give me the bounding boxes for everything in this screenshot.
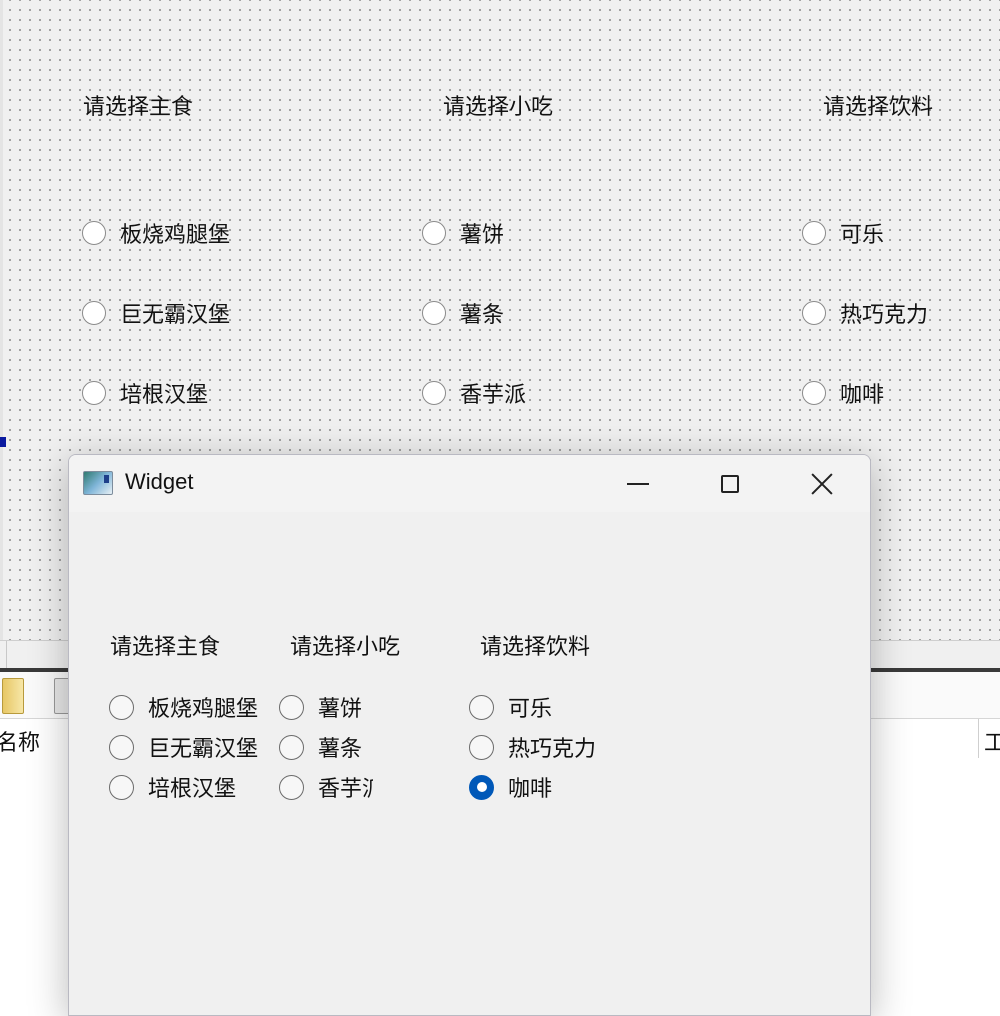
- radio-circle[interactable]: [422, 221, 446, 245]
- designer-radio-drink-1[interactable]: 可乐: [802, 218, 884, 248]
- app-icon: [83, 471, 113, 495]
- canvas-left-edge: [0, 0, 3, 640]
- maximize-button[interactable]: [684, 455, 776, 512]
- radio-drink-1[interactable]: 可乐: [469, 693, 639, 721]
- radio-snack-2[interactable]: 薯条: [279, 733, 373, 761]
- minimize-icon: [627, 482, 649, 485]
- radio-circle[interactable]: [109, 734, 134, 760]
- radio-label: 咖啡: [840, 383, 885, 408]
- radio-staple-3[interactable]: 培根汉堡: [109, 773, 271, 801]
- radio-drink-2[interactable]: 热巧克力: [469, 733, 639, 761]
- radio-label: 香芋派: [318, 777, 373, 801]
- column-separator[interactable]: [978, 719, 979, 759]
- radio-label: 薯条: [460, 303, 505, 328]
- radio-label: 可乐: [840, 223, 885, 248]
- radio-circle[interactable]: [82, 221, 106, 245]
- designer-radio-drink-2[interactable]: 热巧克力: [802, 298, 928, 328]
- radio-circle[interactable]: [469, 694, 494, 720]
- radio-drink-3[interactable]: 咖啡: [469, 773, 639, 801]
- designer-heading-drink: 请选择饮料: [823, 95, 934, 120]
- window-title: Widget: [125, 469, 194, 494]
- radio-label: 香芋派: [460, 383, 527, 408]
- radio-label: 热巧克力: [840, 303, 929, 328]
- heading-drink: 请选择饮料: [480, 635, 591, 660]
- radio-snack-1[interactable]: 薯饼: [279, 693, 373, 721]
- radio-circle[interactable]: [109, 774, 134, 800]
- title-bar[interactable]: Widget: [69, 455, 870, 512]
- radio-label: 可乐: [508, 697, 553, 721]
- widget-window: Widget 请选择主食 请选择小吃 请选择饮料 板烧鸡腿堡 巨无霸汉堡 培根汉…: [68, 454, 871, 1016]
- radio-label: 板烧鸡腿堡: [148, 697, 259, 721]
- radio-snack-3[interactable]: 香芋派: [279, 773, 373, 801]
- column-header-next[interactable]: 工: [984, 725, 1000, 757]
- maximize-icon: [721, 474, 739, 493]
- radio-circle[interactable]: [422, 381, 446, 405]
- radio-label: 薯饼: [460, 223, 505, 248]
- radio-label: 薯条: [318, 737, 363, 761]
- radio-label: 薯饼: [318, 697, 363, 721]
- radio-circle[interactable]: [469, 734, 494, 760]
- radio-label: 咖啡: [508, 777, 553, 801]
- designer-heading-snack: 请选择小吃: [443, 95, 554, 120]
- radio-staple-2[interactable]: 巨无霸汉堡: [109, 733, 271, 761]
- radio-circle[interactable]: [279, 774, 304, 800]
- selection-handle[interactable]: [0, 437, 6, 447]
- column-header-name[interactable]: 名称: [0, 725, 40, 757]
- radio-circle[interactable]: [802, 381, 826, 405]
- radio-circle[interactable]: [82, 301, 106, 325]
- radio-label: 巨无霸汉堡: [148, 737, 259, 761]
- radio-circle[interactable]: [82, 381, 106, 405]
- radio-circle[interactable]: [279, 734, 304, 760]
- designer-radio-staple-3[interactable]: 培根汉堡: [82, 378, 208, 408]
- radio-staple-1[interactable]: 板烧鸡腿堡: [109, 693, 271, 721]
- radio-label: 板烧鸡腿堡: [120, 223, 231, 248]
- radio-circle-selected[interactable]: [469, 774, 494, 800]
- radio-label: 培根汉堡: [120, 383, 209, 408]
- radio-label: 热巧克力: [508, 737, 597, 761]
- designer-radio-snack-3[interactable]: 香芋派: [422, 378, 526, 408]
- designer-radio-drink-3[interactable]: 咖啡: [802, 378, 884, 408]
- heading-snack: 请选择小吃: [290, 635, 401, 660]
- radio-circle[interactable]: [109, 694, 134, 720]
- heading-staple: 请选择主食: [110, 635, 221, 660]
- designer-radio-snack-1[interactable]: 薯饼: [422, 218, 504, 248]
- designer-heading-staple: 请选择主食: [83, 95, 194, 120]
- radio-circle[interactable]: [802, 301, 826, 325]
- radio-circle[interactable]: [279, 694, 304, 720]
- designer-radio-staple-1[interactable]: 板烧鸡腿堡: [82, 218, 230, 248]
- minimize-button[interactable]: [592, 455, 684, 512]
- close-icon: [811, 473, 833, 495]
- radio-label: 培根汉堡: [148, 777, 237, 801]
- radio-label: 巨无霸汉堡: [120, 303, 231, 328]
- radio-circle[interactable]: [802, 221, 826, 245]
- designer-radio-snack-2[interactable]: 薯条: [422, 298, 504, 328]
- close-button[interactable]: [776, 455, 868, 512]
- designer-radio-staple-2[interactable]: 巨无霸汉堡: [82, 298, 230, 328]
- radio-circle[interactable]: [422, 301, 446, 325]
- scrollbar-divider: [6, 641, 7, 669]
- folder-icon[interactable]: [2, 678, 24, 714]
